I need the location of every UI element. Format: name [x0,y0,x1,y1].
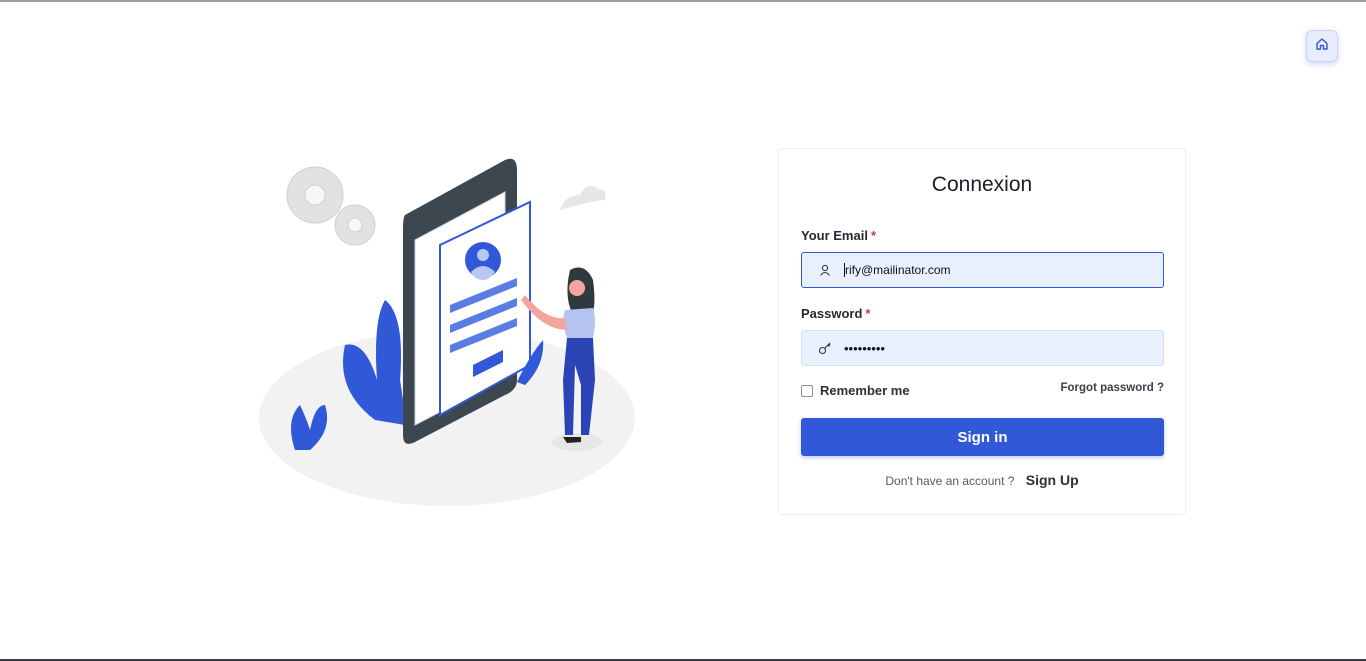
login-title: Connexion [931,173,1033,196]
no-account-text: Don't have an account ? [885,474,1015,488]
remember-checkbox[interactable] [801,384,813,397]
password-label: Password * [801,306,870,321]
key-icon [816,339,834,357]
email-label: Your Email * [801,228,876,243]
login-card: Connexion Your Email * rify@mailinator.co… [778,148,1186,515]
login-illustration [255,150,645,510]
required-marker: * [870,228,877,243]
email-value: rify@mailinator.com [844,263,951,277]
required-marker: * [865,306,871,321]
home-icon [1315,37,1329,56]
email-field[interactable]: rify@mailinator.com [801,252,1164,288]
gear-icon [286,166,376,246]
home-button[interactable] [1306,30,1338,62]
sign-up-link[interactable]: Sign Up [1026,472,1079,488]
remember-me[interactable]: Remember me [801,383,910,398]
signup-row: Don't have an account ? Sign Up [779,472,1185,488]
user-icon [816,261,834,279]
email-label-text: Your Email [801,228,868,243]
password-label-text: Password [801,306,863,321]
forgot-password-link[interactable]: Forgot password ? [1061,382,1165,394]
password-field[interactable]: ••••••••• [801,330,1164,366]
password-value: ••••••••• [844,340,885,356]
browser-top-border [0,0,1366,2]
remember-label: Remember me [820,383,910,398]
sign-in-button[interactable]: Sign in [801,418,1164,456]
